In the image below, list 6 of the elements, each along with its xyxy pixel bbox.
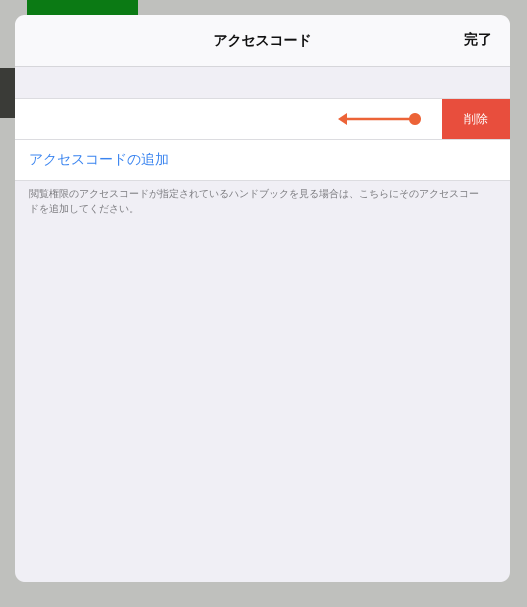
access-code-row[interactable]: 削除 [15, 99, 510, 140]
footer-note: 閲覧権限のアクセスコードが指定されているハンドブックを見る場合は、こちらにそのアクセスコードを追加してください。 [29, 188, 480, 217]
delete-button[interactable]: 削除 [442, 99, 510, 139]
done-button[interactable]: 完了 [464, 31, 492, 49]
dialog-title: アクセスコード [214, 32, 312, 50]
add-access-code-link[interactable]: アクセスコードの追加 [29, 151, 169, 169]
